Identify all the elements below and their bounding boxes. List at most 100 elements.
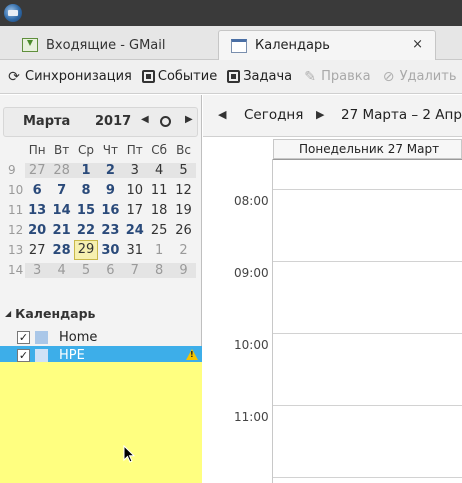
tab-calendar[interactable]: Календарь × [218, 30, 436, 60]
mini-calendar-grid: Пн Вт Ср Чт Пт Сб Вс 9 27 28 1 2 3 4 5 10 6 7 8 9 10 1… [3, 140, 198, 280]
week-number[interactable]: 11 [3, 203, 25, 217]
month-selector[interactable]: Марта [23, 114, 70, 129]
time-label: 08:00 [234, 194, 269, 208]
date-cell[interactable]: 9 [98, 183, 122, 198]
pencil-icon: ✎ [304, 68, 316, 85]
date-cell[interactable]: 14 [49, 203, 73, 218]
date-cell[interactable]: 7 [49, 183, 73, 198]
date-cell[interactable]: 12 [171, 183, 195, 198]
date-cell[interactable]: 28 [49, 162, 74, 178]
date-cell[interactable]: 6 [98, 262, 123, 278]
date-cell[interactable]: 23 [98, 223, 122, 238]
date-cell[interactable]: 20 [25, 223, 49, 238]
sync-label: Синхронизация [25, 69, 132, 84]
date-cell[interactable]: 6 [25, 183, 49, 198]
date-cell[interactable]: 17 [123, 203, 147, 218]
collapse-triangle-icon: ◢ [5, 309, 12, 318]
date-cell[interactable]: 8 [74, 183, 98, 198]
date-cell[interactable]: 22 [74, 223, 98, 238]
date-cell[interactable]: 30 [98, 243, 122, 258]
date-cell[interactable]: 3 [122, 162, 147, 178]
new-task-button[interactable]: Задача [227, 69, 292, 84]
calendar-view: ◀ Сегодня ▶ 27 Марта – 2 Апрел Понедельн… [203, 95, 462, 483]
window-title-bar [0, 0, 462, 26]
week-number[interactable]: 14 [3, 263, 25, 277]
date-cell[interactable]: 16 [98, 203, 122, 218]
date-cell[interactable]: 9 [171, 262, 196, 278]
date-cell[interactable]: 15 [74, 203, 98, 218]
delete-button[interactable]: ⊘ Удалить [381, 69, 457, 85]
warning-icon [186, 349, 198, 360]
weekday-label: Чт [102, 143, 118, 157]
weekday-label: Вт [53, 143, 70, 157]
date-navigation-bar: ◀ Сегодня ▶ 27 Марта – 2 Апрел [203, 95, 462, 137]
date-cell[interactable]: 31 [123, 243, 147, 258]
year-selector[interactable]: 2017 [95, 114, 131, 129]
date-cell[interactable]: 21 [49, 223, 73, 238]
date-cell[interactable]: 7 [122, 262, 147, 278]
highlighted-empty-area [0, 362, 202, 483]
date-cell[interactable]: 4 [146, 162, 172, 178]
week-number[interactable]: 13 [3, 243, 25, 257]
next-week-icon[interactable]: ▶ [316, 108, 324, 121]
date-cell[interactable]: 10 [123, 183, 147, 198]
tab-inbox[interactable]: Входящие - GMail [0, 30, 218, 60]
date-cell[interactable]: 24 [123, 223, 147, 238]
day-column-header[interactable]: Понедельник 27 Март [273, 139, 462, 159]
calendar-icon [231, 38, 247, 53]
date-cell[interactable]: 13 [25, 203, 49, 218]
date-cell[interactable]: 27 [25, 162, 50, 178]
date-cell[interactable]: 2 [171, 243, 195, 258]
today-button[interactable]: Сегодня [244, 107, 303, 123]
date-cell[interactable]: 27 [25, 243, 49, 258]
time-label: 09:00 [234, 266, 269, 280]
date-cell[interactable]: 18 [147, 203, 171, 218]
week-number[interactable]: 9 [3, 163, 25, 177]
date-cell[interactable]: 3 [25, 262, 50, 278]
calendar-checkbox[interactable]: ✓ [17, 330, 30, 344]
mouse-cursor-icon [123, 445, 135, 463]
date-cell[interactable]: 26 [171, 223, 195, 238]
date-cell[interactable]: 28 [49, 243, 73, 258]
grid-line [273, 189, 462, 190]
grid-line [273, 159, 462, 160]
calendar-item-home[interactable]: ✓ Home [0, 328, 202, 346]
week-row: 12 20 21 22 23 24 25 26 [3, 220, 198, 240]
new-task-icon [227, 70, 241, 83]
day-column[interactable] [273, 159, 462, 483]
previous-month-icon[interactable]: ◀ [141, 114, 149, 125]
date-cell[interactable]: 8 [146, 262, 172, 278]
date-cell[interactable]: 4 [49, 262, 74, 278]
date-cell[interactable]: 2 [98, 162, 123, 178]
mini-calendar-header: Марта 2017 ◀ ▶ [3, 107, 198, 137]
week-number[interactable]: 12 [3, 223, 25, 237]
date-cell[interactable]: 19 [171, 203, 195, 218]
weekday-label: Ср [77, 143, 94, 157]
week-number[interactable]: 10 [3, 183, 25, 197]
next-month-icon[interactable]: ▶ [185, 114, 193, 125]
grid-line [273, 333, 462, 334]
date-cell[interactable]: 5 [171, 162, 196, 178]
grid-line [273, 261, 462, 262]
thunderbird-icon [4, 4, 22, 22]
date-range-label: 27 Марта – 2 Апрел [341, 107, 462, 123]
date-cell[interactable]: 25 [147, 223, 171, 238]
new-event-button[interactable]: Событие [141, 69, 217, 84]
week-row: 10 6 7 8 9 10 11 12 [3, 180, 198, 200]
weekday-label: Вс [176, 143, 191, 157]
sync-button[interactable]: ⟳ Синхронизация [6, 69, 132, 85]
date-cell[interactable]: 5 [73, 262, 99, 278]
date-cell[interactable]: 11 [147, 183, 171, 198]
date-cell[interactable]: 1 [73, 162, 99, 178]
time-label: 11:00 [234, 410, 269, 424]
close-icon[interactable]: × [412, 37, 423, 52]
today-date-cell[interactable]: 29 [73, 240, 99, 260]
calendar-checkbox[interactable]: ✓ [17, 348, 30, 362]
edit-button[interactable]: ✎ Правка [302, 69, 370, 85]
edit-label: Правка [321, 69, 371, 84]
date-cell[interactable]: 1 [147, 243, 171, 258]
previous-week-icon[interactable]: ◀ [218, 108, 226, 121]
calendar-color-swatch [35, 348, 48, 362]
go-today-icon[interactable] [160, 116, 171, 127]
calendar-list-title[interactable]: ◢ Календарь [5, 306, 95, 321]
